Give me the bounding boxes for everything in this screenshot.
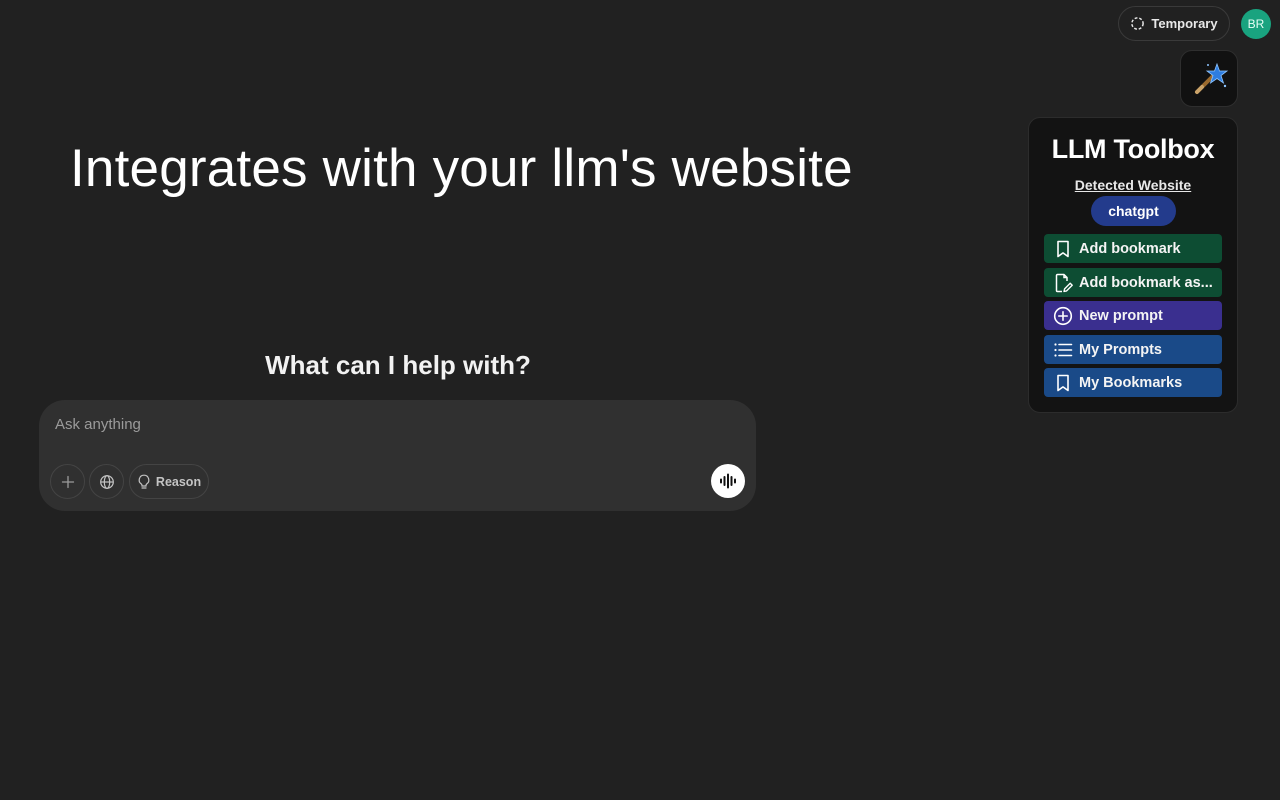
llm-toolbox-panel: LLM Toolbox Detected Website chatgpt Add… [1028,117,1238,413]
edit-document-icon [1055,273,1073,292]
my-bookmarks-label: My Bookmarks [1079,374,1183,391]
headline: Integrates with your llm's website [70,139,853,198]
add-bookmark-as-label: Add bookmark as... [1079,274,1213,291]
plus-circle-icon [1053,306,1073,325]
web-search-button[interactable] [89,464,124,499]
list-icon [1054,342,1073,357]
chat-composer: Reason [39,400,756,511]
new-prompt-button[interactable]: New prompt [1044,301,1222,330]
add-bookmark-as-button[interactable]: Add bookmark as... [1044,268,1222,297]
globe-icon [99,474,114,489]
my-prompts-label: My Prompts [1079,341,1162,358]
my-bookmarks-button[interactable]: My Bookmarks [1044,368,1222,397]
add-bookmark-button[interactable]: Add bookmark [1044,234,1222,263]
bookmark-icon [1057,374,1069,391]
prompt-input[interactable] [55,412,655,436]
page: Temporary BR Integrates with your llm's … [0,0,1280,800]
reason-label: Reason [155,474,202,489]
attach-button[interactable] [50,464,85,499]
chat-title: What can I help with? [265,350,531,380]
audio-waveform-icon [720,473,736,489]
my-prompts-button[interactable]: My Prompts [1044,335,1222,364]
new-prompt-label: New prompt [1079,307,1163,324]
magic-wand-icon [1195,62,1229,94]
voice-mode-button[interactable] [711,464,745,498]
lightbulb-icon [138,474,150,489]
bookmark-icon [1057,240,1069,257]
temporary-chat-button[interactable]: Temporary [1118,6,1230,41]
toolbox-title: LLM Toolbox [1051,134,1215,164]
dashed-circle-icon [1131,17,1145,30]
plus-icon [61,475,74,488]
detected-website-label: Detected Website [1074,177,1192,193]
reason-button[interactable]: Reason [129,464,209,499]
temporary-label: Temporary [1151,16,1218,31]
add-bookmark-label: Add bookmark [1079,240,1181,257]
avatar[interactable]: BR [1241,9,1271,39]
toolbox-launcher-button[interactable] [1180,50,1238,107]
detected-site-badge: chatgpt [1091,196,1176,226]
